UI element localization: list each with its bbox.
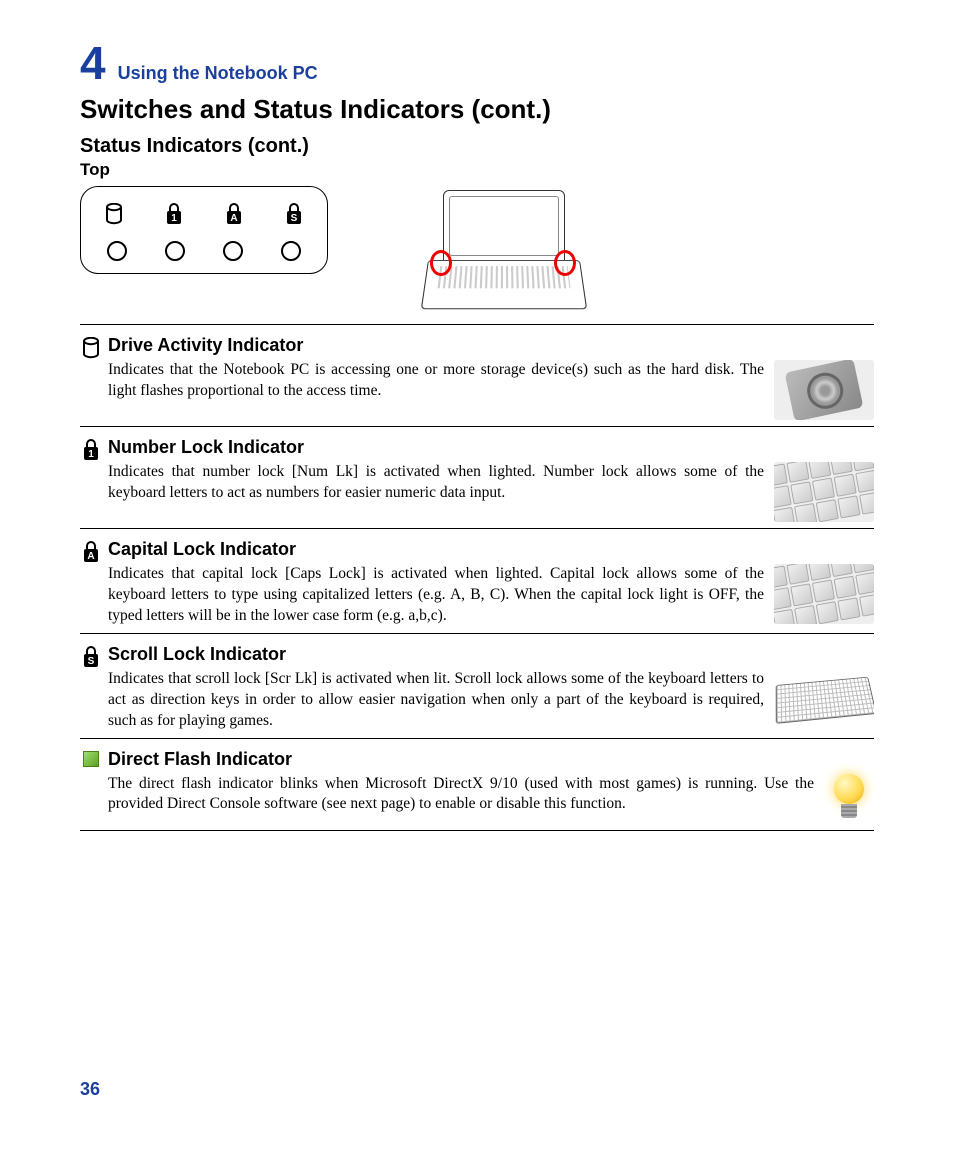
indicator-description: The direct flash indicator blinks when M… bbox=[108, 774, 814, 816]
indicator-location-mark bbox=[430, 250, 452, 276]
numlock-icon: 1 bbox=[80, 439, 102, 461]
numlock-icon: 1 bbox=[163, 201, 185, 227]
directflash-icon bbox=[80, 751, 102, 767]
keyboard-keys-image bbox=[774, 564, 874, 624]
lightbulb-image bbox=[824, 774, 874, 824]
hard-disk-image bbox=[774, 360, 874, 420]
indicator-title: Number Lock Indicator bbox=[108, 437, 874, 458]
divider bbox=[80, 633, 874, 634]
indicator-description: Indicates that scroll lock [Scr Lk] is a… bbox=[108, 669, 764, 732]
indicator-title: Direct Flash Indicator bbox=[108, 749, 874, 770]
drive-icon bbox=[80, 337, 102, 359]
chapter-header: 4 Using the Notebook PC bbox=[80, 40, 874, 86]
capslock-icon: A bbox=[80, 541, 102, 563]
subsection-title: Top bbox=[80, 160, 874, 180]
direct-flash-section: Direct Flash Indicator The direct flash … bbox=[80, 749, 874, 824]
manual-page: 4 Using the Notebook PC Switches and Sta… bbox=[0, 0, 954, 1155]
indicator-description: Indicates that capital lock [Caps Lock] … bbox=[108, 564, 764, 627]
section-title: Status Indicators (cont.) bbox=[80, 135, 874, 158]
keyboard-keys-image bbox=[774, 462, 874, 522]
indicator-title: Capital Lock Indicator bbox=[108, 539, 874, 560]
indicator-description: Indicates that number lock [Num Lk] is a… bbox=[108, 462, 764, 504]
divider bbox=[80, 830, 874, 831]
chapter-number: 4 bbox=[80, 40, 106, 86]
led-indicator bbox=[223, 241, 243, 261]
scrolllock-icon: S bbox=[80, 646, 102, 668]
drive-activity-section: Drive Activity Indicator Indicates that … bbox=[80, 335, 874, 420]
indicator-illustration-row: 1 A S bbox=[80, 186, 874, 316]
indicator-title: Scroll Lock Indicator bbox=[108, 644, 874, 665]
number-lock-section: 1 Number Lock Indicator Indicates that n… bbox=[80, 437, 874, 522]
led-indicator bbox=[107, 241, 127, 261]
svg-text:A: A bbox=[87, 551, 94, 562]
scrolllock-icon: S bbox=[283, 201, 305, 227]
chapter-title: Using the Notebook PC bbox=[118, 63, 318, 84]
scroll-lock-section: S Scroll Lock Indicator Indicates that s… bbox=[80, 644, 874, 732]
page-number: 36 bbox=[80, 1079, 100, 1100]
capital-lock-section: A Capital Lock Indicator Indicates that … bbox=[80, 539, 874, 627]
indicator-description: Indicates that the Notebook PC is access… bbox=[108, 360, 764, 402]
led-indicator bbox=[165, 241, 185, 261]
divider bbox=[80, 324, 874, 325]
led-indicator bbox=[281, 241, 301, 261]
indicator-title: Drive Activity Indicator bbox=[108, 335, 874, 356]
svg-text:A: A bbox=[230, 213, 237, 224]
divider bbox=[80, 528, 874, 529]
indicator-panel: 1 A S bbox=[80, 186, 328, 274]
drive-icon bbox=[103, 201, 125, 227]
svg-text:1: 1 bbox=[171, 213, 177, 224]
divider bbox=[80, 738, 874, 739]
divider bbox=[80, 426, 874, 427]
indicator-location-mark bbox=[554, 250, 576, 276]
svg-text:1: 1 bbox=[88, 449, 94, 460]
full-keyboard-image bbox=[774, 669, 874, 729]
svg-text:S: S bbox=[291, 213, 298, 224]
capslock-icon: A bbox=[223, 201, 245, 227]
laptop-diagram bbox=[418, 186, 588, 316]
page-title: Switches and Status Indicators (cont.) bbox=[80, 94, 874, 125]
svg-text:S: S bbox=[88, 656, 95, 667]
